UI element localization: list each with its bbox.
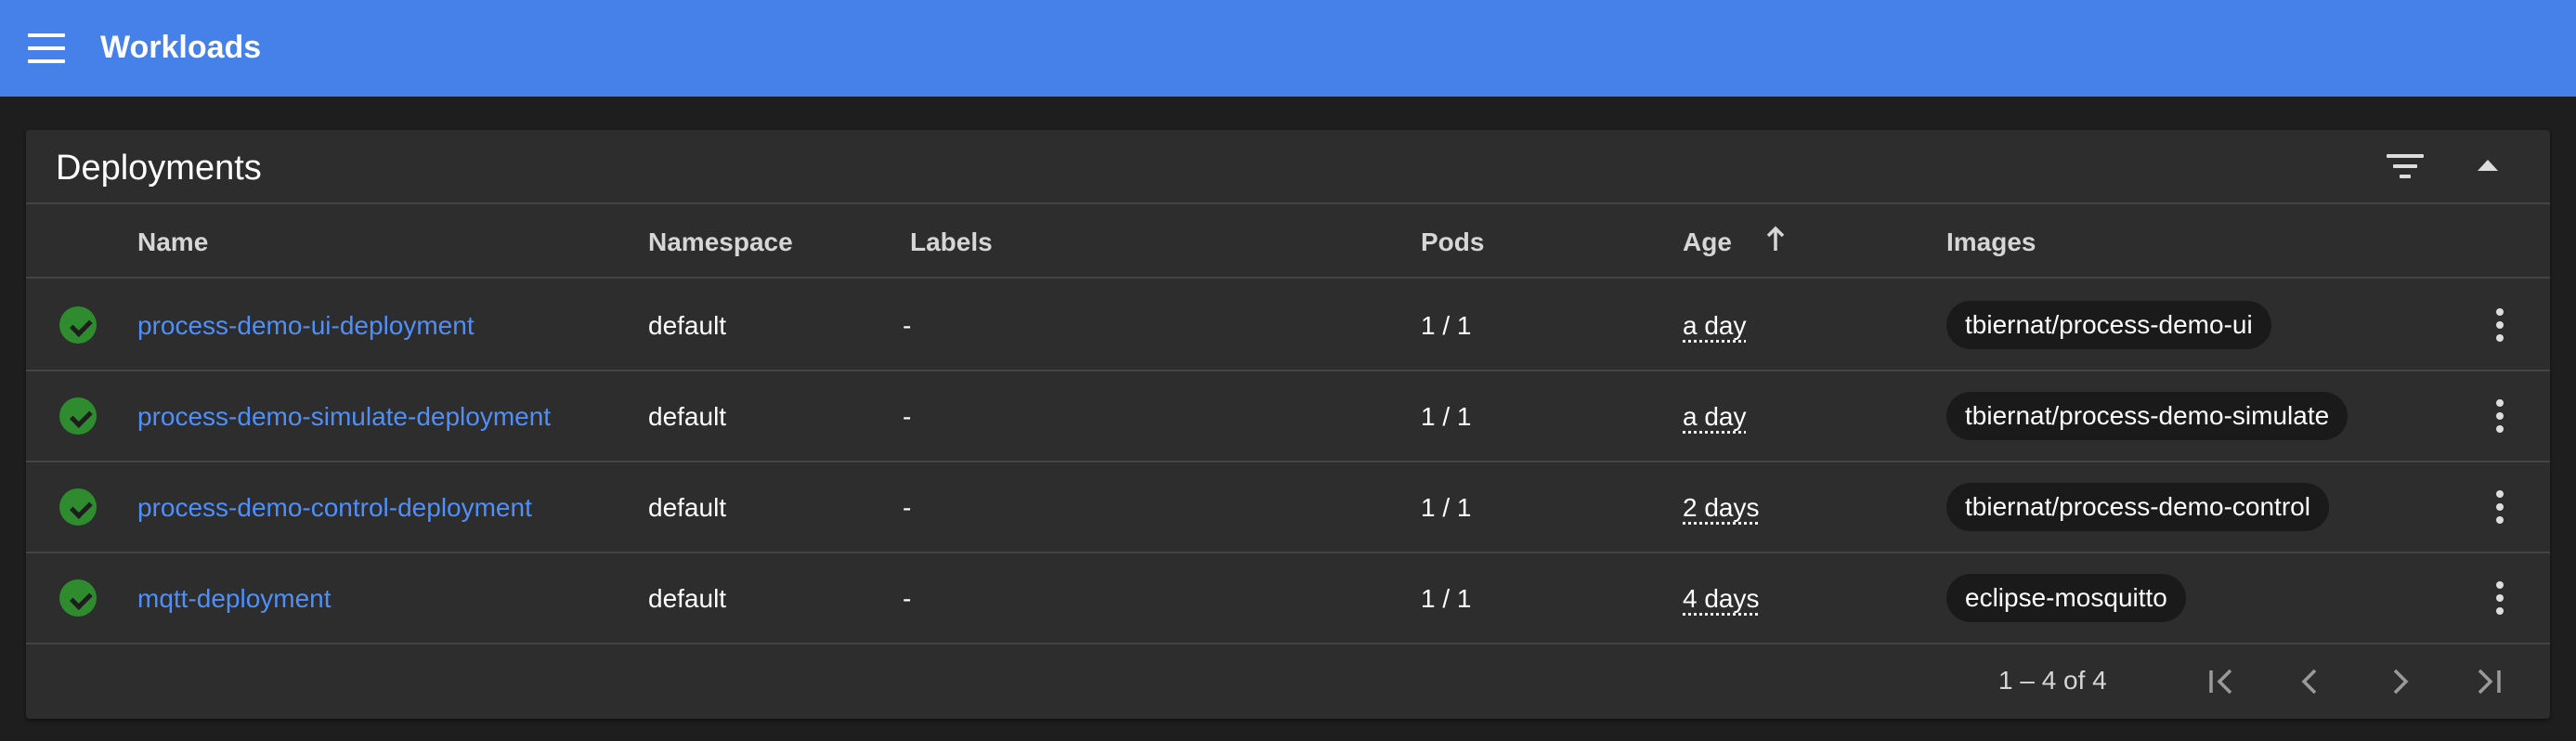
labels-cell: - — [903, 493, 912, 522]
paginator: 1 – 4 of 4 — [26, 644, 2550, 719]
image-chip: tbiernat/process-demo-ui — [1946, 301, 2271, 349]
menu-icon[interactable] — [28, 33, 65, 63]
more-vert-icon[interactable] — [2481, 397, 2518, 435]
age-cell: 2 days — [1683, 493, 1760, 522]
namespace-cell: default — [648, 493, 727, 522]
column-header-labels: Labels — [910, 228, 993, 256]
column-header-name[interactable]: Name — [137, 227, 208, 258]
pods-cell: 1 / 1 — [1421, 311, 1472, 340]
table-header: Name Namespace Labels Pods Age Images — [26, 206, 2550, 279]
deployment-name-link[interactable]: process-demo-ui-deployment — [137, 310, 475, 342]
more-vert-icon[interactable] — [2481, 306, 2518, 344]
app-title: Workloads — [100, 30, 262, 65]
next-page-icon[interactable] — [2374, 656, 2426, 708]
labels-cell: - — [903, 402, 912, 431]
column-header-images: Images — [1946, 228, 2036, 256]
column-header-namespace[interactable]: Namespace — [648, 227, 793, 258]
image-chip: tbiernat/process-demo-simulate — [1946, 392, 2348, 440]
column-header-pods: Pods — [1421, 228, 1485, 256]
deployment-name-link[interactable]: process-demo-simulate-deployment — [137, 401, 551, 433]
check-circle-icon — [59, 306, 97, 344]
image-chip: tbiernat/process-demo-control — [1946, 483, 2329, 531]
namespace-cell: default — [648, 584, 727, 613]
namespace-cell: default — [648, 402, 727, 431]
labels-cell: - — [903, 311, 912, 340]
pods-cell: 1 / 1 — [1421, 493, 1472, 522]
last-page-icon[interactable] — [2463, 656, 2515, 708]
deployment-name-link[interactable]: process-demo-control-deployment — [137, 492, 532, 524]
age-cell: a day — [1683, 311, 1747, 340]
collapse-icon[interactable] — [2463, 141, 2515, 193]
card-title: Deployments — [56, 149, 262, 188]
table-row: process-demo-simulate-deployment default… — [26, 371, 2550, 462]
deployment-name-link[interactable]: mqtt-deployment — [137, 583, 332, 615]
check-circle-icon — [59, 488, 97, 526]
table-row: process-demo-control-deployment default … — [26, 462, 2550, 553]
first-page-icon[interactable] — [2195, 656, 2247, 708]
labels-cell: - — [903, 584, 912, 613]
pods-cell: 1 / 1 — [1421, 584, 1472, 613]
previous-page-icon[interactable] — [2284, 656, 2336, 708]
more-vert-icon[interactable] — [2481, 488, 2518, 526]
pods-cell: 1 / 1 — [1421, 402, 1472, 431]
filter-icon[interactable] — [2381, 141, 2433, 193]
image-chip: eclipse-mosquitto — [1946, 574, 2186, 622]
deployments-card: Deployments Name Namespace Labels Pods A… — [26, 130, 2550, 719]
top-app-bar: Workloads — [0, 0, 2576, 97]
age-cell: 4 days — [1683, 584, 1760, 613]
more-vert-icon[interactable] — [2481, 579, 2518, 617]
card-header: Deployments — [26, 130, 2550, 204]
arrow-up-icon[interactable] — [1764, 223, 1787, 256]
age-cell: a day — [1683, 402, 1747, 431]
namespace-cell: default — [648, 311, 727, 340]
check-circle-icon — [59, 579, 97, 617]
check-circle-icon — [59, 397, 97, 435]
table-row: mqtt-deployment default - 1 / 1 4 days e… — [26, 553, 2550, 644]
paginator-range-label: 1 – 4 of 4 — [1998, 666, 2107, 695]
table-row: process-demo-ui-deployment default - 1 /… — [26, 280, 2550, 371]
column-header-age[interactable]: Age — [1683, 227, 1732, 258]
